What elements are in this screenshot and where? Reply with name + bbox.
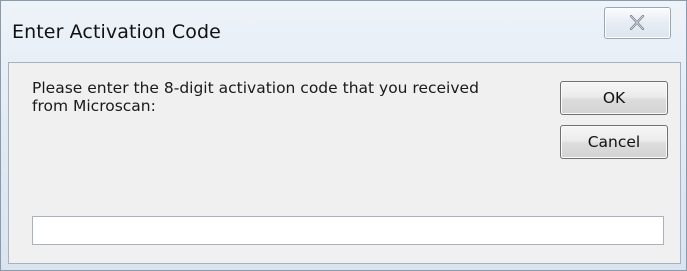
close-button[interactable]	[604, 7, 671, 39]
activation-code-input[interactable]	[32, 216, 664, 245]
prompt-text: Please enter the 8-digit activation code…	[32, 79, 479, 115]
dialog-body: Please enter the 8-digit activation code…	[8, 62, 681, 264]
title-bar[interactable]: Enter Activation Code	[1, 1, 686, 63]
activation-dialog: Enter Activation Code Please enter the 8…	[0, 0, 687, 271]
ok-button[interactable]: OK	[560, 81, 668, 115]
close-icon	[629, 15, 645, 30]
window-title: Enter Activation Code	[12, 21, 221, 43]
cancel-button[interactable]: Cancel	[560, 125, 668, 159]
